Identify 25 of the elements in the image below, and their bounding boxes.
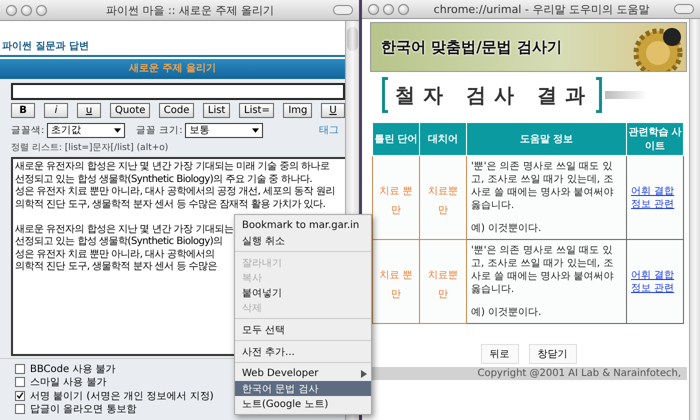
window-title: 파이썬 마을 :: 새로운 주제 올리기 <box>105 2 275 18</box>
window-title: chrome://urimal - 우리말 도우미의 도움말 <box>432 2 650 16</box>
section-title: 철자 검사 결과 <box>394 82 593 108</box>
column-header: 틀린 단어 <box>372 122 420 156</box>
column-header: 관련학습 사이트 <box>626 122 684 156</box>
replacement-word: 치료뿐만 <box>428 270 458 300</box>
example-text: 예) 이것뿐이다. <box>471 222 542 235</box>
field-label: 글꼴색: <box>11 124 44 136</box>
option-label: BBCode 사용 불가 <box>30 362 116 376</box>
field-label: 글꼴 크기: <box>136 124 182 136</box>
help-text: '뿐'은 의존 명사로 쓰일 때도 있고, 조사로 쓰일 때가 있는데, 조사로 쓸 때에는 명사와 붙여써야 옳습니다. <box>471 160 615 212</box>
column-header: 도움말 정보 <box>466 122 626 156</box>
form-title-bar: 새로운 주제 올리기 <box>0 59 345 79</box>
wrong-word: 치료 뿐만 <box>379 186 413 216</box>
hint-text: 정렬 리스트: [list=]문자[/list] (alt+o) <box>11 142 170 154</box>
option-label: 스마일 사용 불가 <box>30 376 106 390</box>
copyright-bar: Copyright @2001 AI Lab & Narainfotech, <box>370 367 687 380</box>
wrong-word: 치료 뿐만 <box>379 270 413 300</box>
option-label: 서명 붙이기 (서명은 개인 정보에서 지정) <box>30 390 214 403</box>
help-text: '뿐'은 의존 명사로 쓰일 때도 있고, 조사로 쓰일 때가 있는데, 조사로 쓸 때에는 명사와 붙여써야 옳습니다. <box>471 244 615 296</box>
column-header: 대치어 <box>420 122 466 156</box>
option-label: 답글이 올라오면 통보함 <box>30 403 136 416</box>
replacement-word: 치료뿐만 <box>428 186 458 216</box>
banner-title: 한국어 맞춤법/문법 검사기 <box>381 38 562 56</box>
example-text: 예) 이것뿐이다. <box>471 306 542 319</box>
